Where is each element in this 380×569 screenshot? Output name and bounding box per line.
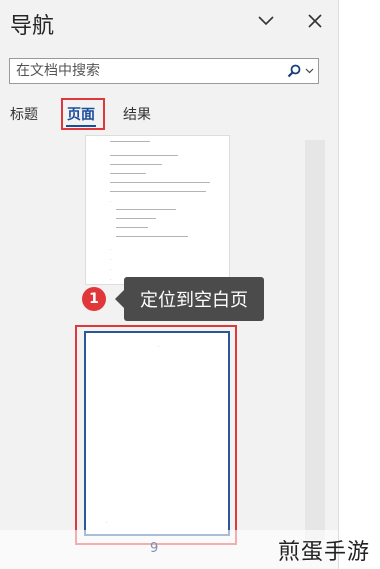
chevron-down-icon bbox=[258, 16, 274, 26]
search-button[interactable] bbox=[286, 62, 314, 80]
close-icon bbox=[308, 14, 322, 28]
callout-tooltip: 定位到空白页 bbox=[124, 277, 264, 321]
pane-title: 导航 bbox=[10, 14, 55, 39]
navigation-pane: 导航 标题 页面 结果 bbox=[0, 0, 338, 569]
close-button[interactable] bbox=[302, 8, 328, 34]
watermark-logo: 煎蛋手游 bbox=[278, 540, 371, 565]
step-number-badge: 1 bbox=[82, 287, 106, 311]
chevron-down-icon bbox=[305, 68, 314, 74]
page-number: 9 bbox=[150, 541, 159, 556]
blank-page-thumbnail[interactable]: · · bbox=[84, 331, 230, 536]
thumbnail-scrollbar[interactable] bbox=[305, 140, 325, 540]
search-box bbox=[9, 58, 319, 84]
document-area-edge bbox=[338, 0, 380, 569]
callout-arrow bbox=[115, 290, 124, 308]
page-thumbnail[interactable]: · · · · · bbox=[85, 135, 230, 285]
tab-highlight-box bbox=[61, 98, 105, 130]
collapse-button[interactable] bbox=[253, 8, 279, 34]
tab-headings[interactable]: 标题 bbox=[10, 104, 38, 124]
search-icon bbox=[287, 64, 301, 78]
tab-results[interactable]: 结果 bbox=[123, 104, 151, 124]
search-input[interactable] bbox=[10, 59, 292, 83]
